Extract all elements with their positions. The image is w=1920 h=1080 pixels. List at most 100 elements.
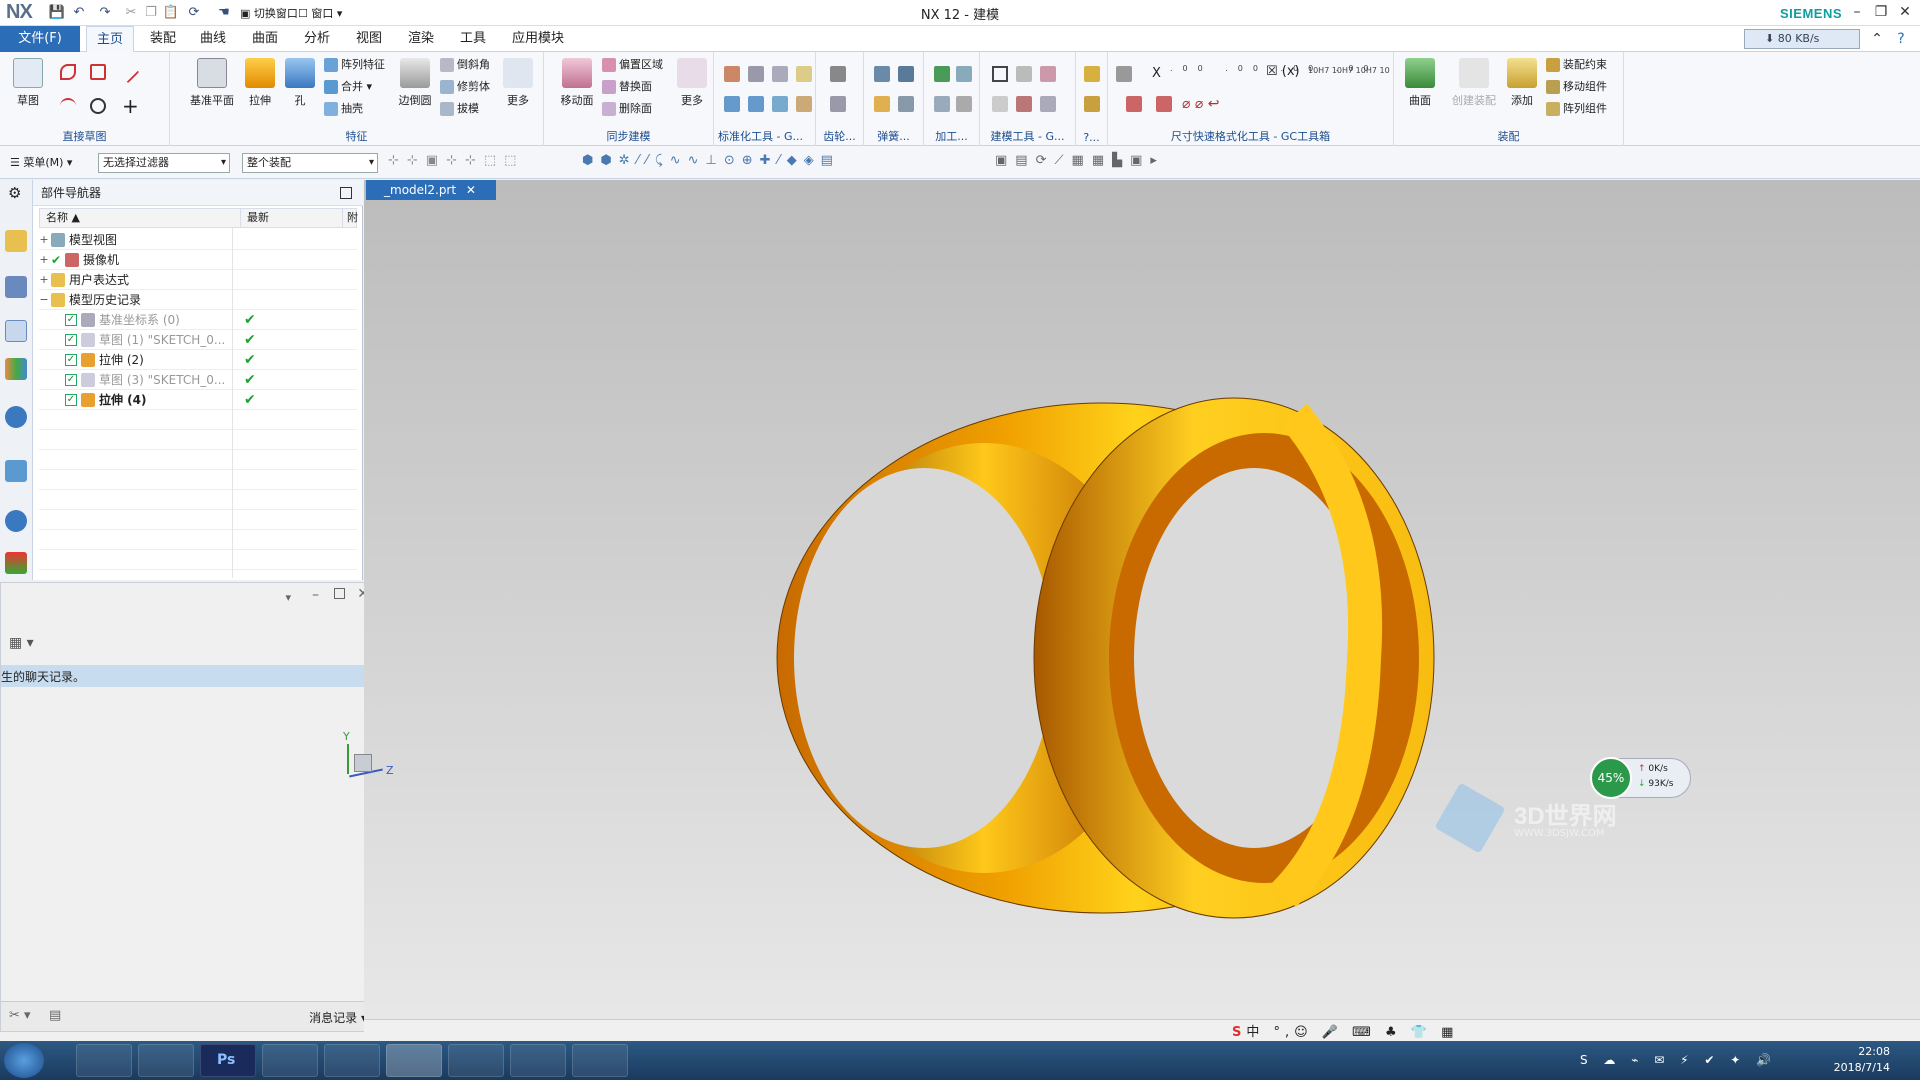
web-browser-icon[interactable] xyxy=(5,460,27,482)
maximize-navigator-icon[interactable] xyxy=(340,187,352,199)
tree-item-datum-csys[interactable]: ✓ 基准坐标系 (0) ✔ xyxy=(39,310,357,330)
std-tool-1-icon[interactable] xyxy=(724,66,740,82)
point-icon[interactable]: + xyxy=(122,94,139,118)
tree-item-user-expressions[interactable]: + 用户表达式 xyxy=(39,270,357,290)
visibility-checkbox[interactable]: ✓ xyxy=(65,314,77,326)
visibility-checkbox[interactable]: ✓ xyxy=(65,394,77,406)
machining-tool-2-icon[interactable] xyxy=(956,66,972,82)
chat-apps-icon[interactable]: ▦ ▾ xyxy=(9,635,34,651)
selection-scope-dropdown[interactable]: 整个装配 xyxy=(242,153,378,173)
settings-icon[interactable]: ⚙ xyxy=(8,184,21,202)
hd3d-tools-icon[interactable] xyxy=(5,406,27,428)
offset-region-button[interactable]: 偏置区域 xyxy=(602,56,663,74)
tab-close-icon[interactable]: ✕ xyxy=(466,183,476,197)
std-tool-8-icon[interactable] xyxy=(796,96,812,112)
more-tool-2-icon[interactable] xyxy=(1084,96,1100,112)
machining-tool-icon[interactable] xyxy=(934,66,950,82)
hole-button[interactable]: 孔 xyxy=(280,58,320,108)
surface-button[interactable]: 曲面 xyxy=(1400,58,1440,108)
close-icon[interactable]: ✕ xyxy=(1894,2,1916,22)
gear-tool-icon[interactable] xyxy=(830,66,846,82)
menu-button[interactable]: ☰ 菜单(M) ▾ xyxy=(10,154,72,170)
sync-more-button[interactable]: 更多 xyxy=(672,58,712,108)
tree-item-cameras[interactable]: + ✔ 摄像机 xyxy=(39,250,357,270)
tree-item-sketch-3[interactable]: ✓ 草图 (3) "SKETCH_0... ✔ xyxy=(39,370,357,390)
add-component-button[interactable]: 添加 xyxy=(1502,58,1542,108)
snap-point-icons[interactable]: ⬢⬢✲⁄⁄⤹∿∿⊥⊙⊕✚⁄◆◈▤ xyxy=(582,153,840,168)
clipboard-icon[interactable]: ▤ xyxy=(49,1008,61,1023)
std-tool-5-icon[interactable] xyxy=(724,96,740,112)
visibility-checkbox[interactable]: ✓ xyxy=(65,374,77,386)
tree-item-model-views[interactable]: + 模型视图 xyxy=(39,230,357,250)
dim-tolerance-icons[interactable]: 10H7 10H7 10H7 10 xyxy=(1308,66,1390,75)
restore-icon[interactable]: ❐ xyxy=(1870,2,1892,22)
taskbar-baidu-icon[interactable] xyxy=(386,1044,442,1077)
start-button[interactable] xyxy=(4,1043,44,1078)
chamfer-button[interactable]: 倒斜角 xyxy=(440,56,490,74)
dim-tool-1-icon[interactable] xyxy=(1116,66,1132,82)
delete-face-button[interactable]: 删除面 xyxy=(602,100,652,118)
taskbar-photoshop-icon[interactable]: Ps xyxy=(200,1044,256,1077)
chat-dropdown-icon[interactable]: ▾ xyxy=(285,591,291,604)
chat-minimize-icon[interactable]: – xyxy=(312,587,319,603)
tab-assembly[interactable]: 装配 xyxy=(140,26,186,52)
modeling-tool-6-icon[interactable] xyxy=(1040,96,1056,112)
ime-toolbar[interactable]: S中 °,☺ 🎤 ⌨ ♣ 👕 ▦ xyxy=(1232,1021,1458,1040)
pattern-feature-button[interactable]: 阵列特征 xyxy=(324,56,385,74)
view-triad[interactable]: Y Z xyxy=(343,730,444,790)
datum-plane-button[interactable]: 基准平面 xyxy=(182,58,242,108)
tab-view[interactable]: 视图 xyxy=(346,26,392,52)
tree-item-extrude-2[interactable]: ✓ 拉伸 (2) ✔ xyxy=(39,350,357,370)
arc-icon[interactable] xyxy=(60,98,76,114)
collapse-icon[interactable]: − xyxy=(39,290,49,310)
profile-icon[interactable] xyxy=(60,64,76,80)
taskbar-ie-icon[interactable] xyxy=(76,1044,132,1077)
selection-tool-icons[interactable]: ⊹⊹▣⊹⊹⬚⬚ xyxy=(388,153,524,168)
col-latest-header[interactable]: 最新 xyxy=(240,209,269,227)
collapse-ribbon-icon[interactable]: ⌃ xyxy=(1866,29,1888,49)
sketch-button[interactable]: 草图 xyxy=(8,58,48,108)
modeling-tool-5-icon[interactable] xyxy=(1016,96,1032,112)
expand-icon[interactable]: + xyxy=(39,250,49,270)
rectangle-icon[interactable] xyxy=(90,64,106,80)
std-tool-3-icon[interactable] xyxy=(772,66,788,82)
modeling-tool-4-icon[interactable] xyxy=(992,96,1008,112)
dim-tool-6-icon[interactable] xyxy=(1156,96,1172,112)
modeling-tool-3-icon[interactable] xyxy=(1040,66,1056,82)
assembly-navigator-icon[interactable] xyxy=(5,230,27,252)
move-face-button[interactable]: 移动面 xyxy=(554,58,600,108)
ring-model[interactable] xyxy=(364,180,1920,1032)
diameter-icon[interactable]: ⌀ ⌀ ↩ xyxy=(1182,96,1220,112)
std-tool-4-icon[interactable] xyxy=(796,66,812,82)
create-assembly-button[interactable]: 创建装配 xyxy=(1446,58,1502,108)
spring-tool-3-icon[interactable] xyxy=(874,96,890,112)
std-tool-6-icon[interactable] xyxy=(748,96,764,112)
tree-item-model-history[interactable]: − 模型历史记录 xyxy=(39,290,357,310)
scissors-icon[interactable]: ✂ ▾ xyxy=(9,1008,31,1023)
shell-button[interactable]: 抽壳 xyxy=(324,100,363,118)
visibility-checkbox[interactable]: ✓ xyxy=(65,354,77,366)
unite-button[interactable]: 合并 ▾ xyxy=(324,78,372,96)
more-tool-icon[interactable] xyxy=(1084,66,1100,82)
visibility-checkbox[interactable]: ✓ xyxy=(65,334,77,346)
file-menu-button[interactable]: 文件(F) xyxy=(0,26,80,52)
palette-icon[interactable] xyxy=(5,552,27,574)
dim-x-icon[interactable]: X xyxy=(1152,66,1161,81)
chat-maximize-icon[interactable] xyxy=(334,588,345,599)
spring-tool-4-icon[interactable] xyxy=(898,96,914,112)
graphics-window[interactable]: Y Z 45% ↑ 0K/s ↓ 93K/s 3D世界网 WWW.3DSJW.C… xyxy=(343,180,1920,1032)
tab-tools[interactable]: 工具 xyxy=(450,26,496,52)
col-extra-header[interactable]: 附 xyxy=(342,209,358,227)
pattern-component-button[interactable]: 阵列组件 xyxy=(1546,100,1607,118)
machining-tool-3-icon[interactable] xyxy=(934,96,950,112)
tree-item-sketch-1[interactable]: ✓ 草图 (1) "SKETCH_0... ✔ xyxy=(39,330,357,350)
feature-more-button[interactable]: 更多 xyxy=(498,58,538,108)
tab-render[interactable]: 渲染 xyxy=(398,26,444,52)
minimize-icon[interactable]: – xyxy=(1846,2,1868,22)
expand-icon[interactable]: + xyxy=(39,230,49,250)
tab-curve[interactable]: 曲线 xyxy=(190,26,236,52)
trim-body-button[interactable]: 修剪体 xyxy=(440,78,490,96)
extrude-button[interactable]: 拉伸 xyxy=(240,58,280,108)
message-history-button[interactable]: 消息记录 ▾ xyxy=(309,1009,367,1026)
spring-tool-icon[interactable] xyxy=(874,66,890,82)
